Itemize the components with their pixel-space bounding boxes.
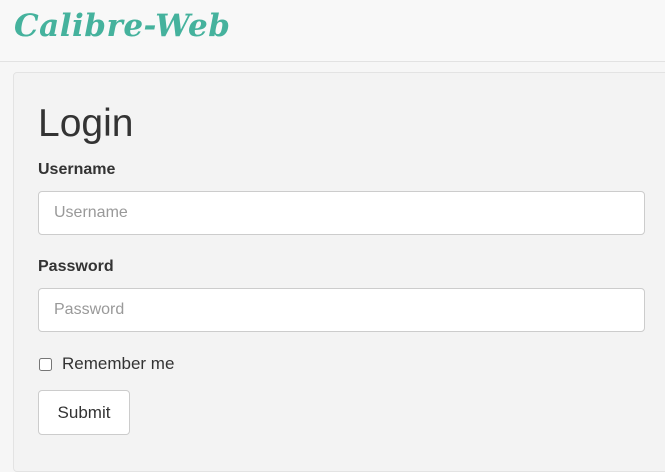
remember-me-checkbox[interactable] <box>39 357 52 371</box>
username-label: Username <box>38 161 116 178</box>
password-input[interactable] <box>38 288 645 332</box>
submit-button[interactable]: Submit <box>38 390 130 435</box>
remember-me-label[interactable]: Remember me <box>62 354 174 374</box>
username-input[interactable] <box>38 191 645 235</box>
navbar: Calibre-Web <box>0 0 665 62</box>
page-title: Login <box>38 102 134 145</box>
password-label: Password <box>38 258 114 275</box>
remember-me-row: Remember me <box>38 353 174 375</box>
brand-logo-link[interactable]: Calibre-Web <box>14 8 230 44</box>
